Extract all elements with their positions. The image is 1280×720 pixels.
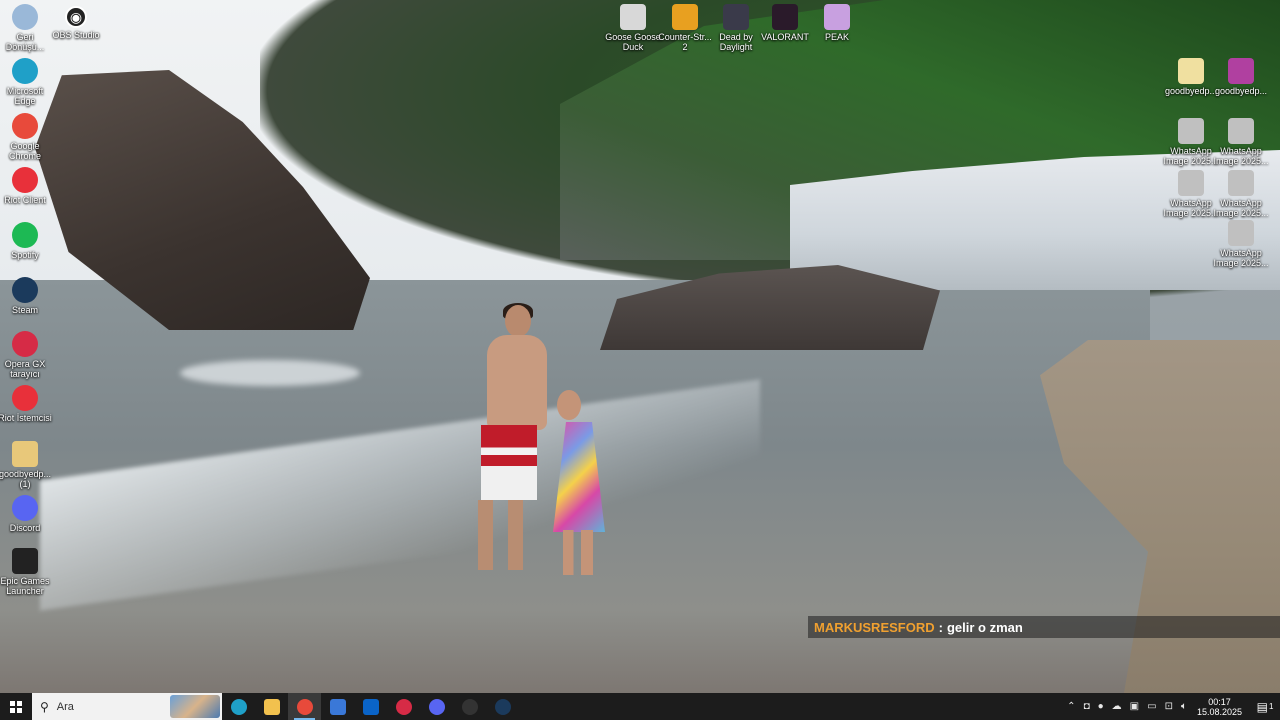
edge-icon — [12, 58, 38, 84]
steam-icon — [494, 698, 511, 715]
desktop-icon-obs[interactable]: ◉ OBS Studio — [46, 6, 106, 40]
chrome-icon — [12, 113, 38, 139]
desktop-icon[interactable]: Epic Games Launcher — [0, 548, 54, 596]
volume-icon[interactable]: 🔈︎ — [1181, 701, 1187, 712]
taskbar-app-discord-app[interactable] — [420, 693, 453, 720]
notification-center-button[interactable]: ▤ 1 — [1250, 693, 1280, 720]
taskbar-app-obs-app[interactable] — [453, 693, 486, 720]
goose-goose-duck-icon — [620, 4, 646, 30]
file-icon — [12, 441, 38, 467]
desktop-icon[interactable]: Steam — [0, 277, 54, 315]
desktop-icon[interactable]: Discord — [0, 495, 54, 533]
desktop-icon[interactable]: Goose Goose Duck — [603, 4, 663, 52]
notification-icon: ▤ — [1256, 699, 1268, 714]
outlook-icon — [362, 698, 379, 715]
desktop-icon[interactable]: WhatsApp Image 2025... — [1212, 220, 1270, 268]
search-placeholder: Ara — [56, 700, 74, 713]
chevron-up-icon[interactable]: ⌃ — [1067, 701, 1075, 712]
start-button[interactable] — [0, 693, 32, 720]
search-icon: ⚲ — [40, 699, 49, 714]
image-icon — [1228, 170, 1254, 196]
battery-icon[interactable]: ▭ — [1147, 701, 1156, 712]
image-icon — [1178, 118, 1204, 144]
recycle-bin-icon — [12, 4, 38, 30]
obs-icon: ◉ — [65, 6, 87, 28]
opera-gx-icon — [395, 698, 412, 715]
desktop-icon[interactable]: goodbyedp... (1) — [0, 441, 54, 489]
notification-count: 1 — [1268, 702, 1274, 711]
image-icon — [1228, 118, 1254, 144]
taskbar-app-store[interactable] — [321, 693, 354, 720]
desktop-icon[interactable]: Riot Client — [0, 167, 54, 205]
taskbar-app-chrome[interactable] — [288, 693, 321, 720]
clock-date: 15.08.2025 — [1196, 706, 1242, 717]
microphone-icon[interactable]: ● — [1098, 701, 1104, 712]
desktop-icon[interactable]: Spotify — [0, 222, 54, 260]
edge-icon — [230, 698, 247, 715]
taskbar-app-steam-app[interactable] — [486, 693, 519, 720]
folder-icon — [263, 698, 280, 715]
taskbar-clock[interactable]: 00:17 15.08.2025 — [1197, 697, 1242, 717]
discord-icon — [428, 698, 445, 715]
desktop-icon[interactable]: Microsoft Edge — [0, 58, 54, 106]
desktop-icon[interactable]: VALORANT — [755, 4, 815, 42]
search-highlight-image — [170, 695, 220, 718]
desktop-icon[interactable]: Riot İstemcisi — [0, 385, 54, 423]
desktop-icon[interactable]: Geri Dönüşü... — [0, 4, 54, 52]
chat-overlay: MARKUSRESFORD : gelir o zman — [808, 616, 1280, 638]
spotify-icon — [12, 222, 38, 248]
riot-istemcisi-icon — [12, 385, 38, 411]
windows-logo-icon — [10, 700, 22, 713]
file-icon — [1178, 58, 1204, 84]
desktop-icon[interactable]: goodbyedp... — [1212, 58, 1270, 96]
onedrive-icon[interactable]: ☁ — [1112, 701, 1122, 712]
desktop-icon[interactable]: WhatsApp Image 2025... — [1212, 118, 1270, 166]
gamepad-icon[interactable]: ◘ — [1084, 701, 1090, 712]
taskbar-apps — [222, 693, 519, 720]
taskbar-app-edge[interactable] — [222, 693, 255, 720]
chat-username: MARKUSRESFORD — [814, 619, 935, 635]
store-icon — [329, 698, 346, 715]
desktop-icon[interactable]: Google Chrome — [0, 113, 54, 161]
taskbar-app-opera-gx[interactable] — [387, 693, 420, 720]
valorant-icon — [772, 4, 798, 30]
system-tray: ⌃ ◘ ● ☁ ▣ ▭ ⊡ 🔈︎ 00:17 15.08.2025 ▤ 1 — [1063, 693, 1280, 720]
taskbar-app-file-explorer[interactable] — [255, 693, 288, 720]
desktop-icon[interactable]: WhatsApp Image 2025... — [1212, 170, 1270, 218]
clock-time: 00:17 — [1208, 696, 1231, 707]
riot-client-icon — [12, 167, 38, 193]
taskbar-app-outlook[interactable] — [354, 693, 387, 720]
desktop-icon[interactable]: Opera GX tarayıcı — [0, 331, 54, 379]
wallpaper-person — [545, 388, 615, 575]
desktop-wallpaper — [0, 0, 1280, 693]
wallpaper-person — [475, 303, 555, 570]
network-icon[interactable]: ⊡ — [1165, 701, 1173, 712]
peak-icon — [824, 4, 850, 30]
chat-message: gelir o zman — [946, 619, 1023, 635]
counter-strike-icon — [672, 4, 698, 30]
opera-gx-icon — [12, 331, 38, 357]
taskbar-search[interactable]: ⚲ Ara — [32, 693, 222, 720]
steam-icon — [12, 277, 38, 303]
desktop-icon[interactable]: PEAK — [807, 4, 867, 42]
image-icon — [1178, 170, 1204, 196]
obs-icon — [461, 698, 478, 715]
chat-separator: : — [938, 619, 943, 635]
discord-icon — [12, 495, 38, 521]
chrome-icon — [296, 698, 313, 715]
epic-games-icon — [12, 548, 38, 574]
taskbar: ⚲ Ara ⌃ ◘ ● ☁ ▣ ▭ ⊡ 🔈︎ 00:17 15.08.2025 … — [0, 693, 1280, 720]
dead-by-daylight-icon — [723, 4, 749, 30]
image-icon — [1228, 220, 1254, 246]
screen-capture-icon[interactable]: ▣ — [1130, 701, 1139, 712]
winrar-icon — [1228, 58, 1254, 84]
wallpaper-wave — [180, 360, 360, 386]
